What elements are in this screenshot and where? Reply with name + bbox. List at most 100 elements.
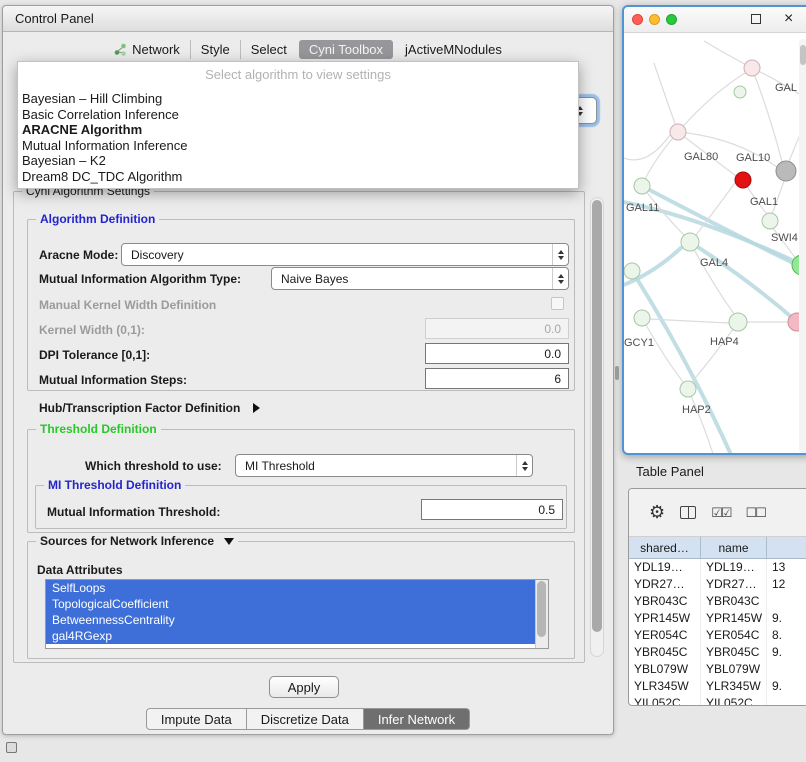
- dropdown-placeholder: Select algorithm to view settings: [18, 62, 578, 91]
- network-graph[interactable]: GALGAL80GAL10GAL11GAL1SWI4GAL4HAP4YGCY1H…: [624, 33, 806, 455]
- aracne-mode-combobox[interactable]: Discovery: [121, 243, 569, 266]
- attribute-list-item[interactable]: SelfLoops: [46, 580, 535, 596]
- network-node[interactable]: [735, 172, 751, 188]
- dpi-tolerance-field[interactable]: 0.0: [425, 343, 569, 364]
- gear-icon[interactable]: ⚙: [649, 502, 665, 523]
- hub-expander-label: Hub/Transcription Factor Definition: [39, 401, 240, 415]
- scrollbar-thumb[interactable]: [592, 200, 602, 632]
- restore-panel-icon[interactable]: [6, 742, 17, 753]
- columns-icon[interactable]: [680, 506, 696, 519]
- table-cell: YIL052C: [701, 695, 767, 705]
- table-row[interactable]: YDL19…YDL19…13: [629, 559, 806, 576]
- tab-style[interactable]: Style: [190, 40, 240, 59]
- float-panel-icon[interactable]: [751, 14, 761, 24]
- select-all-checkboxes-icon[interactable]: ☑☑: [711, 505, 730, 521]
- tab-jactivemnodules[interactable]: jActiveMNodules: [395, 40, 512, 59]
- column-header-shared-name[interactable]: shared…: [629, 537, 701, 558]
- tab-discretize-data-label: Discretize Data: [261, 712, 349, 727]
- network-window-titlebar[interactable]: ×: [624, 7, 806, 33]
- tab-select[interactable]: Select: [240, 40, 297, 59]
- algorithm-option[interactable]: Dream8 DC_TDC Algorithm: [18, 169, 578, 185]
- network-node[interactable]: [734, 86, 746, 98]
- table-cell: 9.: [767, 678, 806, 695]
- tab-infer-network-label: Infer Network: [378, 712, 455, 727]
- apply-button[interactable]: Apply: [269, 676, 339, 698]
- node-label: GAL1: [750, 196, 778, 208]
- network-node[interactable]: [762, 213, 778, 229]
- sources-expander[interactable]: Sources for Network Inference: [36, 534, 238, 548]
- network-node[interactable]: [634, 310, 650, 326]
- node-label: GAL10: [736, 152, 770, 164]
- tab-impute-data-label: Impute Data: [161, 712, 232, 727]
- kernel-width-field[interactable]: 0.0: [425, 318, 569, 339]
- mi-steps-field[interactable]: 6: [425, 368, 569, 389]
- tab-network[interactable]: Network: [104, 40, 190, 59]
- tab-infer-network[interactable]: Infer Network: [364, 708, 470, 730]
- table-row[interactable]: YPR145WYPR145W9.: [629, 610, 806, 627]
- network-node[interactable]: [624, 263, 640, 279]
- kernel-width-label: Kernel Width (0,1):: [39, 322, 145, 338]
- table-row[interactable]: YDR27…YDR27…12: [629, 576, 806, 593]
- network-node[interactable]: [670, 124, 686, 140]
- algorithm-option[interactable]: Basic Correlation Inference: [18, 107, 578, 123]
- control-panel-titlebar[interactable]: Control Panel: [3, 6, 613, 32]
- network-node[interactable]: [634, 178, 650, 194]
- column-header-extra[interactable]: [767, 537, 806, 558]
- algorithm-option[interactable]: Mutual Information Inference: [18, 138, 578, 154]
- tab-cyni-toolbox-label: Cyni Toolbox: [309, 42, 383, 57]
- close-panel-icon[interactable]: ×: [784, 9, 793, 29]
- scrollbar-thumb[interactable]: [800, 45, 806, 65]
- table-row[interactable]: YBR045CYBR045C9.: [629, 644, 806, 661]
- network-node[interactable]: [681, 233, 699, 251]
- table-cell: YBR045C: [701, 644, 767, 661]
- network-node[interactable]: [680, 381, 696, 397]
- close-traffic-light[interactable]: [632, 14, 643, 25]
- mi-type-combobox[interactable]: Naive Bayes: [271, 267, 569, 290]
- algorithm-option[interactable]: Bayesian – K2: [18, 153, 578, 169]
- network-edge: [688, 389, 714, 455]
- network-edge: [646, 325, 683, 382]
- table-row[interactable]: YLR345WYLR345W9.: [629, 678, 806, 695]
- table-row[interactable]: YBL079WYBL079W: [629, 661, 806, 678]
- network-canvas[interactable]: GALGAL80GAL10GAL11GAL1SWI4GAL4HAP4YGCY1H…: [624, 33, 806, 455]
- network-edge: [678, 73, 745, 132]
- network-edge: [624, 135, 670, 160]
- scrollbar-thumb[interactable]: [537, 581, 546, 637]
- zoom-traffic-light[interactable]: [666, 14, 677, 25]
- attribute-list-item[interactable]: gal4RGexp: [46, 628, 535, 644]
- table-cell: YER054C: [701, 627, 767, 644]
- threshold-definition-title: Threshold Definition: [36, 422, 161, 436]
- table-row[interactable]: YIL052CYIL052C: [629, 695, 806, 705]
- network-node[interactable]: [729, 313, 747, 331]
- table-cell: 13: [767, 559, 806, 576]
- tab-impute-data[interactable]: Impute Data: [146, 708, 247, 730]
- splitter-handle[interactable]: [615, 366, 619, 380]
- column-header-name[interactable]: name: [701, 537, 767, 558]
- network-node[interactable]: [744, 60, 760, 76]
- tab-discretize-data[interactable]: Discretize Data: [247, 708, 364, 730]
- network-node[interactable]: [776, 161, 796, 181]
- table-cell: 9.: [767, 644, 806, 661]
- mi-threshold-field[interactable]: 0.5: [421, 499, 563, 520]
- aracne-mode-label: Aracne Mode:: [39, 247, 118, 263]
- table-row[interactable]: YBR043CYBR043C: [629, 593, 806, 610]
- node-label: GAL11: [626, 202, 659, 214]
- network-edge: [654, 63, 678, 132]
- table-cell: YPR145W: [629, 610, 701, 627]
- table-row[interactable]: YER054CYER054C8.: [629, 627, 806, 644]
- algorithm-option[interactable]: ARACNE Algorithm: [18, 122, 578, 138]
- manual-kernel-checkbox[interactable]: [551, 297, 564, 310]
- attribute-list-item[interactable]: TopologicalCoefficient: [46, 596, 535, 612]
- which-threshold-combobox[interactable]: MI Threshold: [235, 454, 533, 477]
- deselect-all-checkboxes-icon[interactable]: ☐☐: [745, 505, 764, 521]
- settings-scrollbar[interactable]: [590, 197, 604, 657]
- tab-cyni-toolbox[interactable]: Cyni Toolbox: [299, 40, 393, 59]
- attributes-scrollbar[interactable]: [535, 580, 548, 648]
- node-label: GCY1: [624, 337, 654, 349]
- node-label: GAL80: [684, 151, 718, 163]
- algorithm-option[interactable]: Bayesian – Hill Climbing: [18, 91, 578, 107]
- network-scrollbar[interactable]: [799, 39, 806, 453]
- minimize-traffic-light[interactable]: [649, 14, 660, 25]
- hub-expander[interactable]: Hub/Transcription Factor Definition: [39, 400, 260, 416]
- attribute-list-item[interactable]: BetweennessCentrality: [46, 612, 535, 628]
